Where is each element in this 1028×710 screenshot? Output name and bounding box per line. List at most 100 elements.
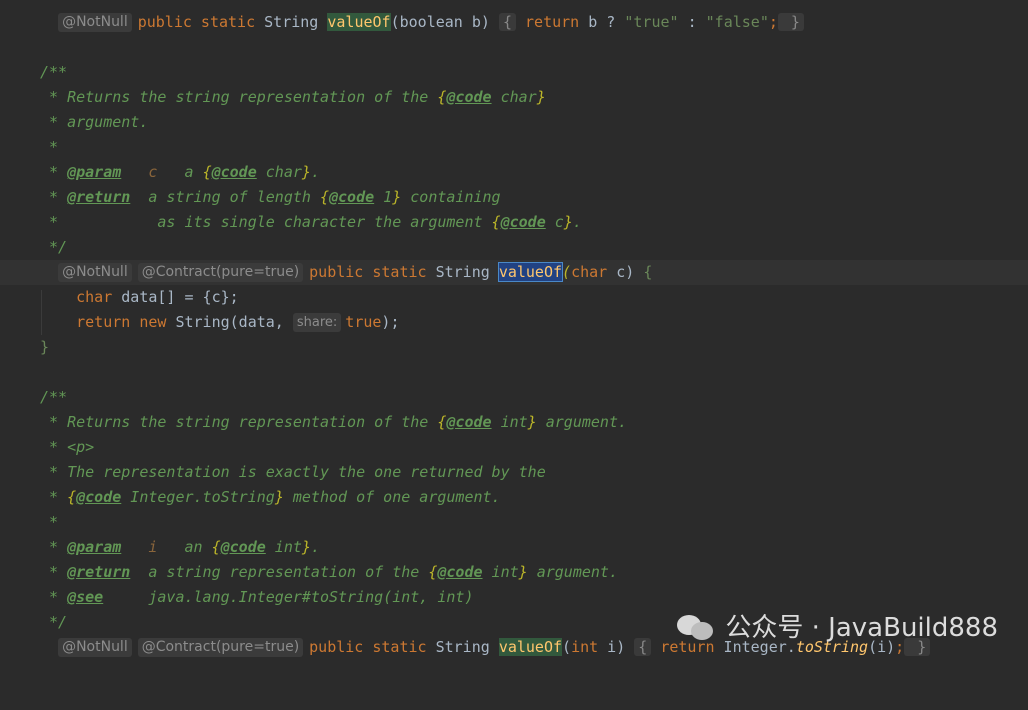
code-line[interactable]: return new String(data, share: true); bbox=[0, 310, 1028, 335]
brace-close: } bbox=[40, 338, 50, 356]
doc-brace: { bbox=[211, 538, 221, 556]
doc-text: * bbox=[40, 188, 68, 206]
method-name-highlight[interactable]: valueOf bbox=[327, 13, 391, 31]
keyword: new bbox=[130, 313, 167, 331]
code-line[interactable]: char data[] = {c}; bbox=[0, 285, 1028, 310]
type-name: String bbox=[435, 263, 490, 281]
doc-tag: @code bbox=[211, 163, 257, 181]
doc-text: int bbox=[265, 538, 302, 556]
fold-brace-close[interactable]: } bbox=[777, 13, 804, 31]
doc-text: * bbox=[40, 563, 68, 581]
code-editor[interactable]: @NotNull public static String valueOf(boo… bbox=[0, 0, 1028, 670]
keyword: true bbox=[345, 313, 382, 331]
doc-tag: @return bbox=[67, 563, 131, 581]
annotation-inlay: @NotNull bbox=[58, 263, 132, 282]
statement: ); bbox=[381, 313, 400, 331]
doc-text: int bbox=[491, 413, 528, 431]
doc-brace: } bbox=[536, 88, 546, 106]
doc-text: * as its single character the argument bbox=[40, 213, 492, 231]
semicolon: ; bbox=[768, 13, 778, 31]
doc-text: c bbox=[545, 213, 564, 231]
doc-text: 1 bbox=[374, 188, 393, 206]
code-line[interactable]: * as its single character the argument {… bbox=[0, 210, 1028, 235]
string-literal: "false" bbox=[705, 13, 769, 31]
code-line[interactable]: * Returns the string representation of t… bbox=[0, 85, 1028, 110]
doc-text: a string of length bbox=[130, 188, 320, 206]
wechat-icon bbox=[677, 613, 717, 643]
code-line[interactable]: /** bbox=[0, 385, 1028, 410]
annotation-inlay: @NotNull bbox=[58, 13, 132, 32]
doc-tag: @param bbox=[67, 538, 122, 556]
doc-comment: * bbox=[40, 513, 59, 531]
code-line[interactable]: * @param c a {@code char}. bbox=[0, 160, 1028, 185]
doc-tag: @code bbox=[446, 413, 492, 431]
code-line[interactable]: } bbox=[0, 335, 1028, 360]
keyword: int bbox=[571, 638, 599, 656]
code-line[interactable]: @NotNull public static String valueOf(boo… bbox=[0, 10, 1028, 35]
statement: data[] = {c}; bbox=[112, 288, 239, 306]
params: (boolean b) bbox=[390, 13, 499, 31]
doc-text: containing bbox=[401, 188, 501, 206]
doc-brace: { bbox=[202, 163, 212, 181]
doc-text: * Returns the string representation of t… bbox=[40, 88, 438, 106]
code-line[interactable]: * {@code Integer.toString} method of one… bbox=[0, 485, 1028, 510]
doc-comment: /** bbox=[40, 388, 68, 406]
watermark-text: 公众号 · JavaBuild888 bbox=[725, 613, 998, 643]
code-line[interactable]: * bbox=[0, 510, 1028, 535]
code-line[interactable]: * @return a string of length {@code 1} c… bbox=[0, 185, 1028, 210]
watermark: 公众号 · JavaBuild888 bbox=[677, 610, 998, 646]
code-line[interactable]: * @param i an {@code int}. bbox=[0, 535, 1028, 560]
code-line[interactable]: * argument. bbox=[0, 110, 1028, 135]
doc-text: * bbox=[40, 588, 68, 606]
code-line[interactable]: * bbox=[0, 135, 1028, 160]
doc-tag: @code bbox=[76, 488, 122, 506]
type-name: String bbox=[435, 638, 490, 656]
doc-text: . bbox=[572, 213, 582, 231]
doc-text: . bbox=[310, 538, 320, 556]
keyword: return bbox=[516, 13, 580, 31]
doc-text: method of one argument. bbox=[283, 488, 501, 506]
code-line[interactable]: * The representation is exactly the one … bbox=[0, 460, 1028, 485]
code-line[interactable]: * Returns the string representation of t… bbox=[0, 410, 1028, 435]
doc-text: * bbox=[40, 163, 68, 181]
doc-comment: /** bbox=[40, 63, 68, 81]
expression: b ? bbox=[579, 13, 625, 31]
method-name-selected[interactable]: valueOf bbox=[497, 262, 564, 282]
doc-param-name: c bbox=[121, 163, 158, 181]
code-line[interactable]: * <p> bbox=[0, 435, 1028, 460]
doc-comment: * <p> bbox=[40, 438, 95, 456]
code-line-current[interactable]: @NotNull @Contract(pure=true) public stati… bbox=[0, 260, 1028, 285]
doc-brace: } bbox=[274, 488, 284, 506]
fold-brace-open[interactable]: { bbox=[634, 638, 652, 656]
brace-open: { bbox=[643, 263, 653, 281]
code-line[interactable]: * @return a string representation of the… bbox=[0, 560, 1028, 585]
code-line[interactable]: /** bbox=[0, 60, 1028, 85]
doc-brace: } bbox=[563, 213, 573, 231]
statement: String(data, bbox=[166, 313, 293, 331]
doc-brace: } bbox=[527, 413, 537, 431]
keyword: char bbox=[571, 263, 608, 281]
doc-brace: { bbox=[67, 488, 77, 506]
keyword: public static bbox=[309, 263, 427, 281]
doc-text: * bbox=[40, 488, 68, 506]
doc-brace: } bbox=[301, 163, 311, 181]
doc-text: argument. bbox=[527, 563, 618, 581]
doc-tag: @see bbox=[67, 588, 104, 606]
doc-text: Integer.toString bbox=[121, 488, 275, 506]
parameter-hint: share: bbox=[292, 313, 342, 332]
params: c) bbox=[607, 263, 644, 281]
doc-brace: { bbox=[491, 213, 501, 231]
doc-brace: } bbox=[301, 538, 311, 556]
fold-brace-open[interactable]: { bbox=[498, 13, 516, 31]
keyword: char bbox=[76, 288, 113, 306]
doc-tag: @param bbox=[67, 163, 122, 181]
method-name-highlight[interactable]: valueOf bbox=[498, 638, 563, 656]
keyword: public static bbox=[309, 638, 427, 656]
doc-text: int bbox=[482, 563, 519, 581]
code-line[interactable]: */ bbox=[0, 235, 1028, 260]
doc-text: * Returns the string representation of t… bbox=[40, 413, 438, 431]
code-line[interactable]: * @see java.lang.Integer#toString(int, i… bbox=[0, 585, 1028, 610]
doc-brace: } bbox=[392, 188, 402, 206]
doc-tag: @return bbox=[67, 188, 131, 206]
doc-text: char bbox=[256, 163, 302, 181]
